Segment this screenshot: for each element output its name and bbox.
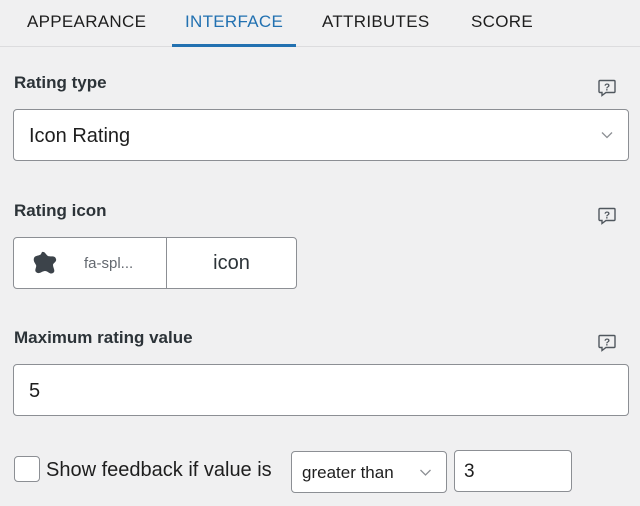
- svg-text:?: ?: [604, 211, 610, 222]
- max-rating-input[interactable]: 5: [13, 364, 629, 416]
- svg-text:?: ?: [604, 83, 610, 94]
- tab-interface[interactable]: INTERFACE: [185, 12, 283, 32]
- chevron-down-icon: [419, 466, 432, 479]
- max-rating-label: Maximum rating value: [14, 328, 193, 347]
- feedback-threshold-input[interactable]: 3: [454, 450, 572, 492]
- tab-attributes[interactable]: ATTRIBUTES: [322, 12, 430, 32]
- help-icon[interactable]: ?: [597, 206, 617, 226]
- choose-icon-button[interactable]: icon: [167, 238, 296, 288]
- show-feedback-checkbox[interactable]: [14, 456, 40, 482]
- tab-score[interactable]: SCORE: [471, 12, 533, 32]
- rating-icon-label: Rating icon: [14, 201, 107, 220]
- active-tab-indicator: [172, 44, 296, 47]
- rating-icon-picker: fa-spl... icon: [13, 237, 297, 289]
- help-icon[interactable]: ?: [597, 78, 617, 98]
- chevron-down-icon: [600, 128, 614, 142]
- feedback-threshold-value: 3: [464, 461, 475, 482]
- icon-name: fa-spl...: [84, 255, 134, 272]
- splotch-icon: [32, 250, 58, 276]
- help-icon[interactable]: ?: [597, 333, 617, 353]
- icon-preview: fa-spl...: [14, 238, 167, 288]
- rating-type-value: Icon Rating: [29, 125, 131, 147]
- comparison-select[interactable]: greater than: [291, 451, 447, 493]
- rating-type-select[interactable]: Icon Rating: [13, 109, 629, 161]
- show-feedback-label: Show feedback if value is: [46, 459, 272, 481]
- comparison-value: greater than: [302, 463, 394, 482]
- svg-text:?: ?: [604, 338, 610, 349]
- tab-bar: APPEARANCE INTERFACE ATTRIBUTES SCORE: [0, 0, 640, 47]
- max-rating-value: 5: [29, 380, 41, 402]
- rating-type-label: Rating type: [14, 73, 107, 92]
- tab-appearance[interactable]: APPEARANCE: [27, 12, 146, 32]
